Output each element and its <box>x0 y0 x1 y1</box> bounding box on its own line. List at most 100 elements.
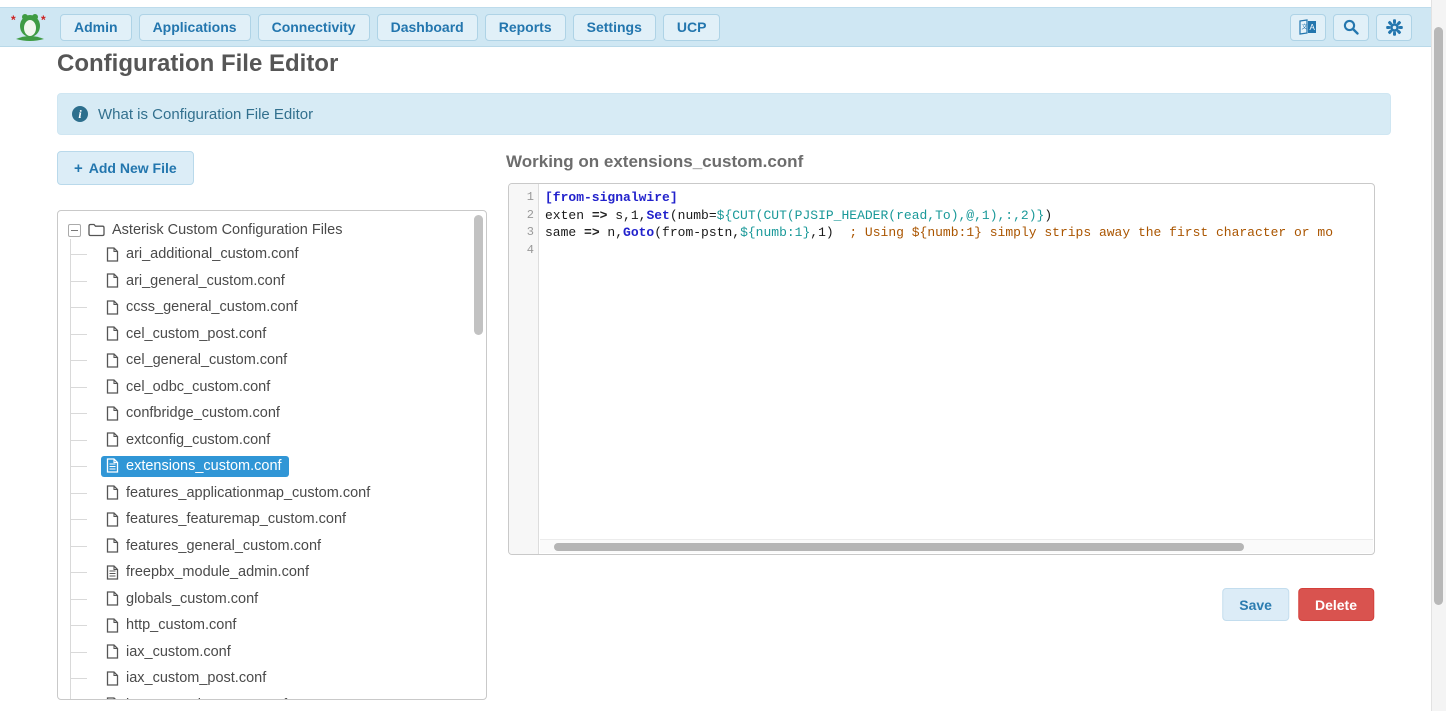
nav-item-settings[interactable]: Settings <box>573 14 656 41</box>
code-text-area[interactable]: [from-signalwire]exten => s,1,Set(numb=$… <box>539 184 1374 554</box>
nav-item-ucp[interactable]: UCP <box>663 14 721 41</box>
file-name-label: extconfig_custom.conf <box>126 432 270 448</box>
tree-root-label: Asterisk Custom Configuration Files <box>112 222 342 238</box>
folder-icon <box>88 223 105 237</box>
add-new-file-label: Add New File <box>89 160 177 176</box>
tree-file-extensions_custom.conf[interactable]: extensions_custom.conf <box>68 453 476 480</box>
tree-file-features_general_custom.conf[interactable]: features_general_custom.conf <box>68 533 476 560</box>
page-scrollbar-track <box>1431 0 1446 711</box>
tree-file-iax_general_custom.conf[interactable]: iax_general_custom.conf <box>68 692 476 701</box>
line-number: 4 <box>509 242 534 260</box>
info-banner[interactable]: i What is Configuration File Editor <box>57 93 1391 135</box>
tree-file-iax_custom.conf[interactable]: iax_custom.conf <box>68 639 476 666</box>
file-name-label: iax_general_custom.conf <box>126 697 287 700</box>
tree-file-cel_custom_post.conf[interactable]: cel_custom_post.conf <box>68 321 476 348</box>
page-scrollbar-thumb[interactable] <box>1434 27 1443 605</box>
file-name-label: cel_custom_post.conf <box>126 326 266 342</box>
editor-hscrollbar-track <box>540 539 1373 553</box>
tree-file-ari_additional_custom.conf[interactable]: ari_additional_custom.conf <box>68 241 476 268</box>
add-new-file-button[interactable]: + Add New File <box>57 151 194 185</box>
tree-file-freepbx_module_admin.conf[interactable]: freepbx_module_admin.conf <box>68 559 476 586</box>
tree-file-features_applicationmap_custom.conf[interactable]: features_applicationmap_custom.conf <box>68 480 476 507</box>
info-banner-text: What is Configuration File Editor <box>98 106 313 123</box>
nav-item-dashboard[interactable]: Dashboard <box>377 14 478 41</box>
gear-glyph <box>1386 19 1403 36</box>
code-line-2: exten => s,1,Set(numb=${CUT(CUT(PJSIP_HE… <box>545 207 1374 225</box>
file-name-label: cel_odbc_custom.conf <box>126 379 270 395</box>
tree-file-confbridge_custom.conf[interactable]: confbridge_custom.conf <box>68 400 476 427</box>
tree-file-cel_odbc_custom.conf[interactable]: cel_odbc_custom.conf <box>68 374 476 401</box>
file-name-label: confbridge_custom.conf <box>126 405 280 421</box>
file-name-label: freepbx_module_admin.conf <box>126 564 309 580</box>
file-name-label: ccss_general_custom.conf <box>126 299 298 315</box>
tree-file-http_custom.conf[interactable]: http_custom.conf <box>68 612 476 639</box>
file-icon <box>106 644 119 659</box>
tree-file-globals_custom.conf[interactable]: globals_custom.conf <box>68 586 476 613</box>
file-name-label: ari_general_custom.conf <box>126 273 285 289</box>
tree-scrollbar-thumb[interactable] <box>474 215 483 335</box>
editor-action-buttons: Save Delete <box>1222 588 1374 621</box>
freepbx-logo: * * <box>10 11 50 43</box>
collapse-expander-icon[interactable] <box>68 224 81 237</box>
tree-file-ccss_general_custom.conf[interactable]: ccss_general_custom.conf <box>68 294 476 321</box>
file-icon <box>106 247 119 262</box>
delete-button[interactable]: Delete <box>1298 588 1374 621</box>
nav-item-applications[interactable]: Applications <box>139 14 251 41</box>
magnifier-glyph <box>1343 19 1359 35</box>
file-text-icon <box>106 458 119 473</box>
line-number: 1 <box>509 189 534 207</box>
file-icon <box>106 538 119 553</box>
navbar-right-icons: A 文 <box>1283 14 1412 41</box>
file-icon <box>106 618 119 633</box>
language-icon[interactable]: A 文 <box>1290 14 1326 41</box>
file-name-label: cel_general_custom.conf <box>126 352 287 368</box>
tree-file-cel_general_custom.conf[interactable]: cel_general_custom.conf <box>68 347 476 374</box>
svg-text:A: A <box>1310 23 1316 32</box>
page-title: Configuration File Editor <box>57 50 338 78</box>
code-editor[interactable]: 1234 [from-signalwire]exten => s,1,Set(n… <box>508 183 1375 555</box>
file-tree-panel: Asterisk Custom Configuration Files ari_… <box>57 210 487 700</box>
file-icon <box>106 326 119 341</box>
tree-file-iax_custom_post.conf[interactable]: iax_custom_post.conf <box>68 665 476 692</box>
svg-text:*: * <box>11 13 16 27</box>
code-line-1: [from-signalwire] <box>545 189 1374 207</box>
file-text-icon <box>106 565 119 580</box>
plus-icon: + <box>74 160 83 177</box>
tree-file-ari_general_custom.conf[interactable]: ari_general_custom.conf <box>68 268 476 295</box>
info-icon: i <box>72 106 88 122</box>
file-icon <box>106 591 119 606</box>
file-name-label: features_featuremap_custom.conf <box>126 511 346 527</box>
file-icon <box>106 379 119 394</box>
gear-icon[interactable] <box>1376 14 1412 41</box>
file-name-label: features_applicationmap_custom.conf <box>126 485 370 501</box>
save-button[interactable]: Save <box>1222 588 1289 621</box>
tree-root-node[interactable]: Asterisk Custom Configuration Files <box>68 219 476 241</box>
nav-item-reports[interactable]: Reports <box>485 14 566 41</box>
line-number-gutter: 1234 <box>509 184 539 554</box>
code-line-4 <box>545 242 1374 260</box>
search-icon[interactable] <box>1333 14 1369 41</box>
file-name-label: globals_custom.conf <box>126 591 258 607</box>
nav-item-admin[interactable]: Admin <box>60 14 132 41</box>
language-book-icon: A 文 <box>1298 19 1318 35</box>
line-number: 2 <box>509 207 534 225</box>
svg-text:*: * <box>41 13 46 27</box>
file-name-label: extensions_custom.conf <box>126 458 282 474</box>
tree-file-extconfig_custom.conf[interactable]: extconfig_custom.conf <box>68 427 476 454</box>
file-name-label: features_general_custom.conf <box>126 538 321 554</box>
file-icon <box>106 671 119 686</box>
svg-text:文: 文 <box>1302 23 1308 31</box>
file-name-label: http_custom.conf <box>126 617 236 633</box>
file-icon <box>106 273 119 288</box>
tree-file-features_featuremap_custom.conf[interactable]: features_featuremap_custom.conf <box>68 506 476 533</box>
file-name-label: iax_custom.conf <box>126 644 231 660</box>
working-on-heading: Working on extensions_custom.conf <box>506 152 803 172</box>
top-navbar: * * Admin Applications Connectivity Dashboa… <box>0 7 1446 47</box>
file-name-label: ari_additional_custom.conf <box>126 246 299 262</box>
file-icon <box>106 697 119 700</box>
editor-hscrollbar-thumb[interactable] <box>554 543 1244 551</box>
file-icon <box>106 406 119 421</box>
file-icon <box>106 512 119 527</box>
nav-item-connectivity[interactable]: Connectivity <box>258 14 370 41</box>
file-icon <box>106 300 119 315</box>
